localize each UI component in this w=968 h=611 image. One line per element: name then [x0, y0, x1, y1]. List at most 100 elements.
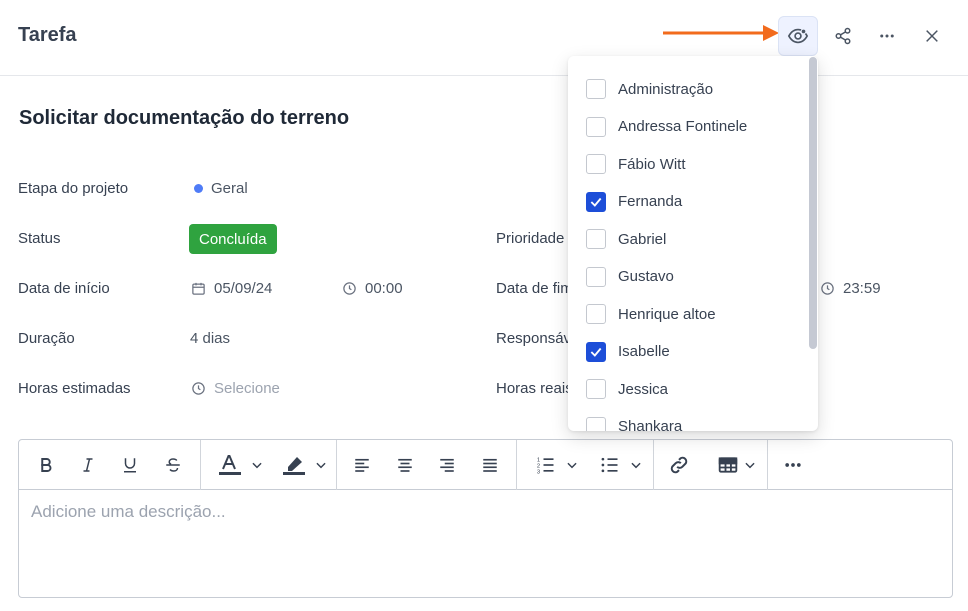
link-button[interactable] [665, 450, 693, 480]
check-icon [590, 197, 602, 207]
align-right-icon [440, 458, 454, 472]
real-hours-label: Horas reais [496, 380, 573, 397]
task-title: Solicitar documentação do terreno [19, 107, 350, 129]
underline-icon [124, 458, 136, 473]
align-justify-icon [483, 458, 497, 472]
more-tools-button[interactable] [780, 450, 806, 480]
align-right-button[interactable] [434, 450, 460, 480]
dropdown-scrollbar-thumb[interactable] [809, 57, 817, 349]
align-center-button[interactable] [392, 450, 418, 480]
watcher-checkbox[interactable] [586, 154, 606, 174]
toolbar-separator [336, 440, 337, 490]
watcher-option[interactable]: Gustavo [586, 265, 674, 289]
watchers-dropdown: Administração Andressa Fontinele Fábio Wit… [568, 56, 818, 431]
bold-button[interactable] [33, 450, 59, 480]
watcher-name: Fábio Witt [618, 155, 686, 173]
highlighter-icon [283, 457, 305, 475]
stage-value[interactable]: Geral [194, 180, 248, 197]
toolbar-separator [653, 440, 654, 490]
clock-icon [192, 382, 205, 395]
chevron-down-icon [316, 462, 326, 469]
watcher-name: Fernanda [618, 193, 683, 210]
text-color-button[interactable] [213, 450, 269, 480]
watcher-checkbox[interactable] [586, 229, 606, 249]
ordered-list-button[interactable]: 123 [529, 450, 585, 480]
text-color-icon [219, 455, 241, 475]
modal-header: Tarefa [0, 0, 968, 76]
more-options-button[interactable] [867, 16, 907, 56]
watcher-name: Andressa Fontinele [618, 118, 748, 135]
watcher-option[interactable]: Fernanda [586, 190, 682, 214]
link-icon [670, 456, 688, 474]
status-badge[interactable]: Concluída [189, 224, 277, 254]
close-button[interactable] [912, 16, 952, 56]
watcher-name: Administração [618, 80, 714, 98]
chevron-down-icon [745, 462, 755, 469]
watcher-checkbox[interactable] [586, 79, 606, 99]
end-time-value: 23:59 [843, 280, 881, 297]
toolbar-separator [200, 440, 201, 490]
watcher-option[interactable]: Fábio Witt [586, 152, 686, 176]
watcher-checkbox[interactable] [586, 379, 606, 399]
watcher-name: Gabriel [618, 230, 667, 248]
clock-icon [343, 282, 356, 295]
chevron-down-icon [567, 462, 577, 469]
pointer-arrow [663, 25, 779, 41]
description-editor: 123 Adicione uma descrição... [18, 439, 953, 598]
duration-label: Duração [18, 330, 75, 347]
start-date-value: 05/09/24 [214, 280, 273, 297]
toolbar-separator [767, 440, 768, 490]
watcher-option[interactable]: Shankara [586, 415, 682, 431]
watcher-option[interactable]: Jessica [586, 377, 668, 401]
eye-icon [787, 28, 809, 44]
end-date-label: Data de fim [496, 280, 573, 297]
watch-button[interactable] [778, 16, 818, 56]
stage-value-text: Geral [211, 180, 248, 197]
strikethrough-button[interactable] [160, 450, 186, 480]
watcher-checkbox[interactable] [586, 266, 606, 287]
stage-dot [194, 184, 203, 193]
watcher-name: Gustavo [618, 268, 674, 285]
calendar-icon [192, 282, 205, 295]
share-button[interactable] [823, 16, 863, 56]
watcher-name: Isabelle [618, 343, 670, 360]
check-icon [590, 347, 602, 357]
start-time-value: 00:00 [365, 280, 403, 297]
watcher-option[interactable]: Gabriel [586, 227, 666, 251]
status-label: Status [18, 230, 61, 247]
clock-icon [821, 282, 834, 295]
end-time-field[interactable]: 23:59 [820, 280, 881, 297]
duration-value: 4 dias [190, 330, 231, 347]
bullet-list-icon [601, 457, 618, 473]
ordered-list-icon: 123 [537, 458, 554, 475]
priority-label: Prioridade [496, 230, 565, 247]
watcher-name: Jessica [618, 380, 669, 398]
watcher-option[interactable]: Administração [586, 77, 713, 101]
align-justify-button[interactable] [477, 450, 503, 480]
watcher-checkbox[interactable] [586, 304, 606, 324]
modal-title: Tarefa [18, 24, 77, 46]
watcher-checkbox[interactable] [586, 341, 606, 362]
italic-button[interactable] [75, 450, 101, 480]
estimated-hours-label: Horas estimadas [18, 380, 131, 397]
bold-icon [41, 458, 52, 472]
watcher-checkbox[interactable] [586, 116, 606, 137]
align-left-button[interactable] [349, 450, 375, 480]
table-button[interactable] [707, 450, 767, 480]
start-time-field[interactable]: 00:00 [342, 280, 403, 297]
watcher-checkbox[interactable] [586, 191, 606, 212]
bullet-list-button[interactable] [593, 450, 649, 480]
underline-button[interactable] [117, 450, 143, 480]
description-input[interactable]: Adicione uma descrição... [31, 502, 226, 522]
editor-toolbar: 123 [19, 440, 952, 490]
highlight-button[interactable] [277, 450, 333, 480]
watcher-checkbox[interactable] [586, 416, 606, 431]
watcher-option[interactable]: Andressa Fontinele [586, 115, 747, 139]
start-date-field[interactable]: 05/09/24 [191, 280, 272, 297]
watcher-option[interactable]: Henrique altoe [586, 302, 716, 326]
chevron-down-icon [252, 462, 262, 469]
estimated-hours-field[interactable]: Selecione [191, 380, 280, 397]
watcher-option[interactable]: Isabelle [586, 340, 670, 364]
svg-text:3: 3 [537, 469, 540, 475]
chevron-down-icon [631, 462, 641, 469]
